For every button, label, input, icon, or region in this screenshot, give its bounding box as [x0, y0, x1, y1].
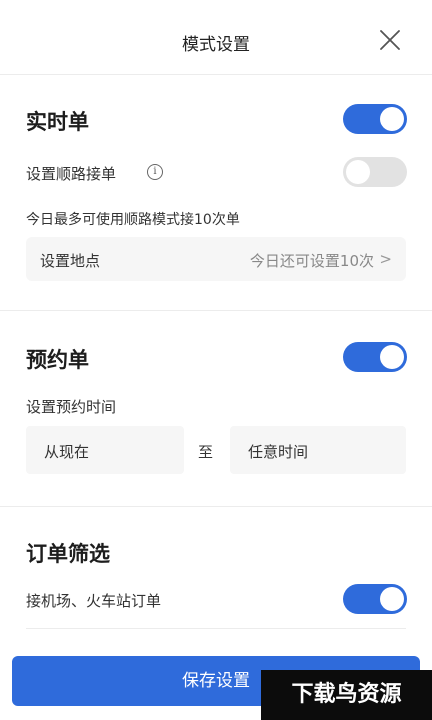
- header: 模式设置: [0, 0, 432, 74]
- close-icon: [380, 30, 400, 50]
- reservation-title: 预约单: [26, 348, 89, 372]
- toggle-knob: [380, 107, 404, 131]
- time-to-value: 任意时间: [248, 443, 309, 461]
- reservation-toggle[interactable]: [343, 342, 407, 372]
- toggle-knob: [346, 160, 370, 184]
- location-value: 今日还可设置10次: [249, 252, 374, 270]
- time-to-field[interactable]: 任意时间: [230, 426, 406, 474]
- route-label: 设置顺路接单: [26, 165, 117, 183]
- page-title: 模式设置: [182, 35, 250, 55]
- toggle-knob: [380, 345, 404, 369]
- section-divider: [0, 310, 432, 311]
- filter-title: 订单筛选: [26, 542, 110, 566]
- filter-divider: [26, 628, 406, 629]
- realtime-title: 实时单: [26, 110, 89, 134]
- realtime-toggle[interactable]: [343, 104, 407, 134]
- time-from-value: 从现在: [44, 443, 90, 461]
- set-location-row[interactable]: 设置地点 今日还可设置10次 >: [26, 237, 406, 281]
- airport-label: 接机场、火车站订单: [26, 592, 162, 610]
- airport-toggle[interactable]: [343, 584, 407, 614]
- info-icon[interactable]: i: [147, 164, 163, 180]
- watermark-logo: 下载鸟资源: [261, 670, 432, 720]
- section-divider: [0, 506, 432, 507]
- header-divider: [0, 74, 432, 75]
- route-toggle[interactable]: [343, 157, 407, 187]
- limit-note: 今日最多可使用顺路模式接10次单: [26, 212, 240, 228]
- close-button[interactable]: [378, 28, 402, 52]
- time-from-field[interactable]: 从现在: [26, 426, 184, 474]
- to-label: 至: [198, 443, 214, 461]
- location-label: 设置地点: [40, 252, 101, 270]
- chevron-right-icon: >: [379, 250, 392, 268]
- toggle-knob: [380, 587, 404, 611]
- reservation-time-label: 设置预约时间: [26, 398, 117, 416]
